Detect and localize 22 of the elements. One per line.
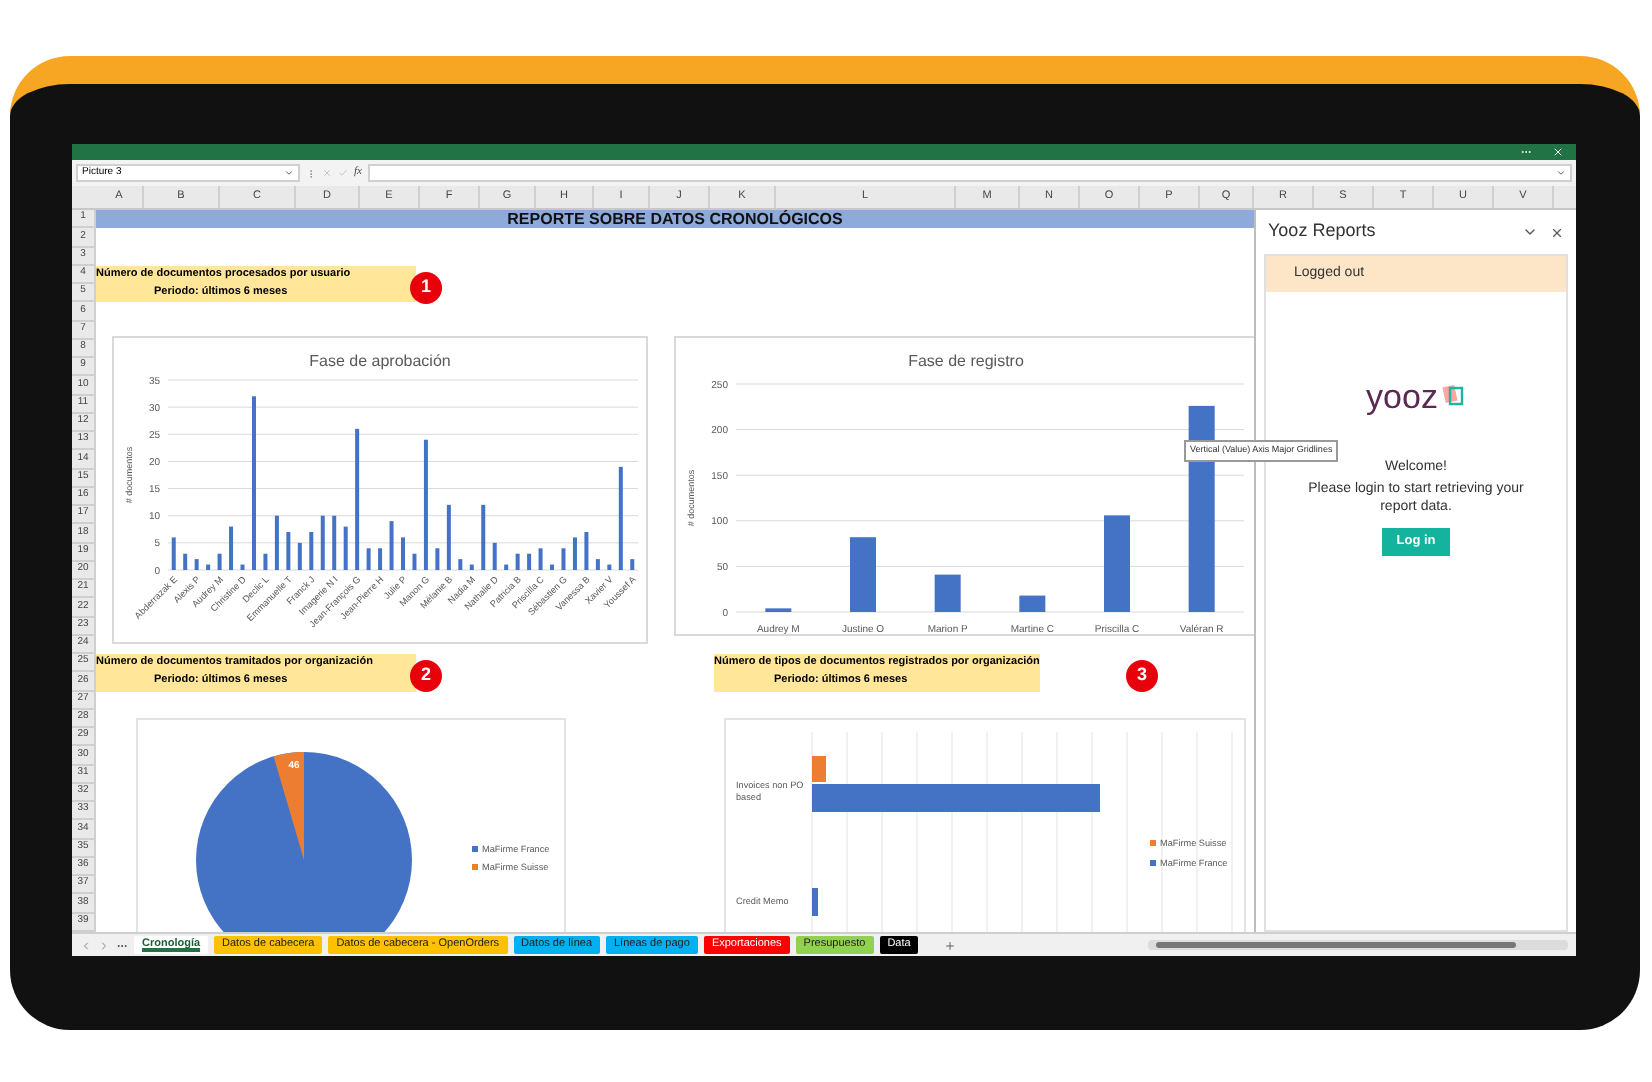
horizontal-scrollbar[interactable]: [1148, 940, 1568, 950]
cards-icon: [1441, 382, 1466, 406]
close-icon[interactable]: [1550, 225, 1564, 239]
caret-icon: [284, 168, 294, 178]
bar-chart[interactable]: [112, 336, 648, 644]
scrollbar-thumb[interactable]: [1156, 942, 1516, 948]
number-badge: 1: [410, 272, 442, 304]
number-badge: 3: [1126, 660, 1158, 692]
bar: [812, 888, 818, 916]
check-icon[interactable]: [338, 168, 348, 178]
logo-text: yooz: [1366, 380, 1438, 414]
chevron-down-icon[interactable]: [1522, 224, 1538, 240]
chart-title: Fase de aprobación: [309, 352, 451, 370]
chevron-left-icon[interactable]: [80, 939, 92, 951]
number-badge: 2: [410, 660, 442, 692]
chart-title: Fase de registro: [908, 352, 1024, 370]
formula-input[interactable]: [367, 164, 1572, 182]
add-sheet-icon[interactable]: [944, 939, 957, 951]
expand-icon[interactable]: [1556, 168, 1566, 178]
report-title: REPORTE SOBRE DATOS CRONOLÓGICOS: [96, 210, 1254, 229]
chevron-right-icon[interactable]: [98, 939, 110, 951]
panel-title: Yooz Reports: [1268, 218, 1378, 245]
